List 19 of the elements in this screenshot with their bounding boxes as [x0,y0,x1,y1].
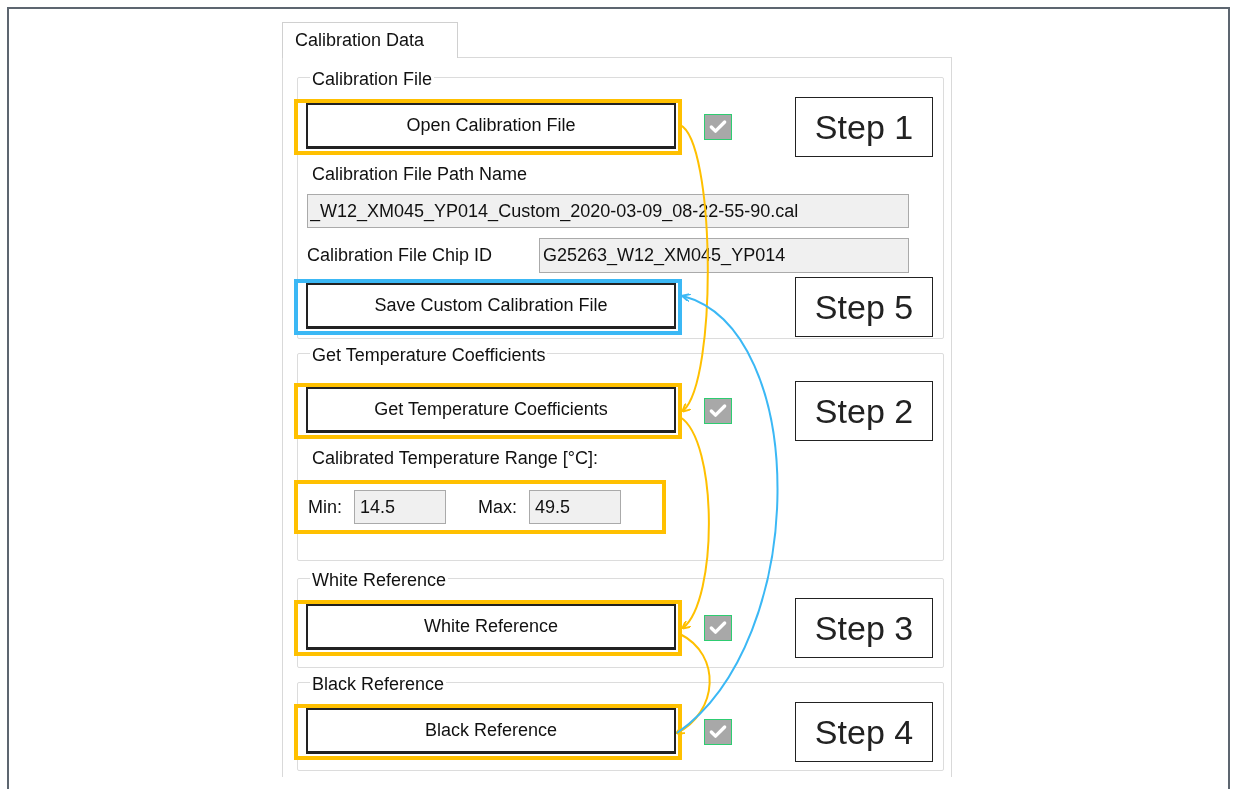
max-label: Max: [478,495,518,519]
step-label: Step 4 [795,702,933,762]
step-label: Step 2 [795,381,933,441]
field-label: Calibration File Path Name [312,164,528,184]
group-title: Get Temperature Coefficients [310,345,548,365]
step-label: Step 5 [795,277,933,337]
step-label: Step 1 [795,97,933,157]
action-button[interactable]: Black Reference [306,708,676,754]
action-button[interactable]: Save Custom Calibration File [306,283,676,329]
field-label: Calibration File Chip ID [306,244,494,267]
min-label: Min: [308,495,342,519]
min-field[interactable]: 14.5 [354,490,446,524]
max-field[interactable]: 49.5 [529,490,622,524]
action-button[interactable]: Open Calibration File [306,103,676,149]
action-button[interactable]: White Reference [306,604,676,650]
tab[interactable]: Calibration Data [282,22,458,58]
action-button[interactable]: Get Temperature Coefficients [306,387,676,433]
step-label: Step 3 [795,598,933,658]
field-label: Calibrated Temperature Range [°C]: [312,448,598,468]
